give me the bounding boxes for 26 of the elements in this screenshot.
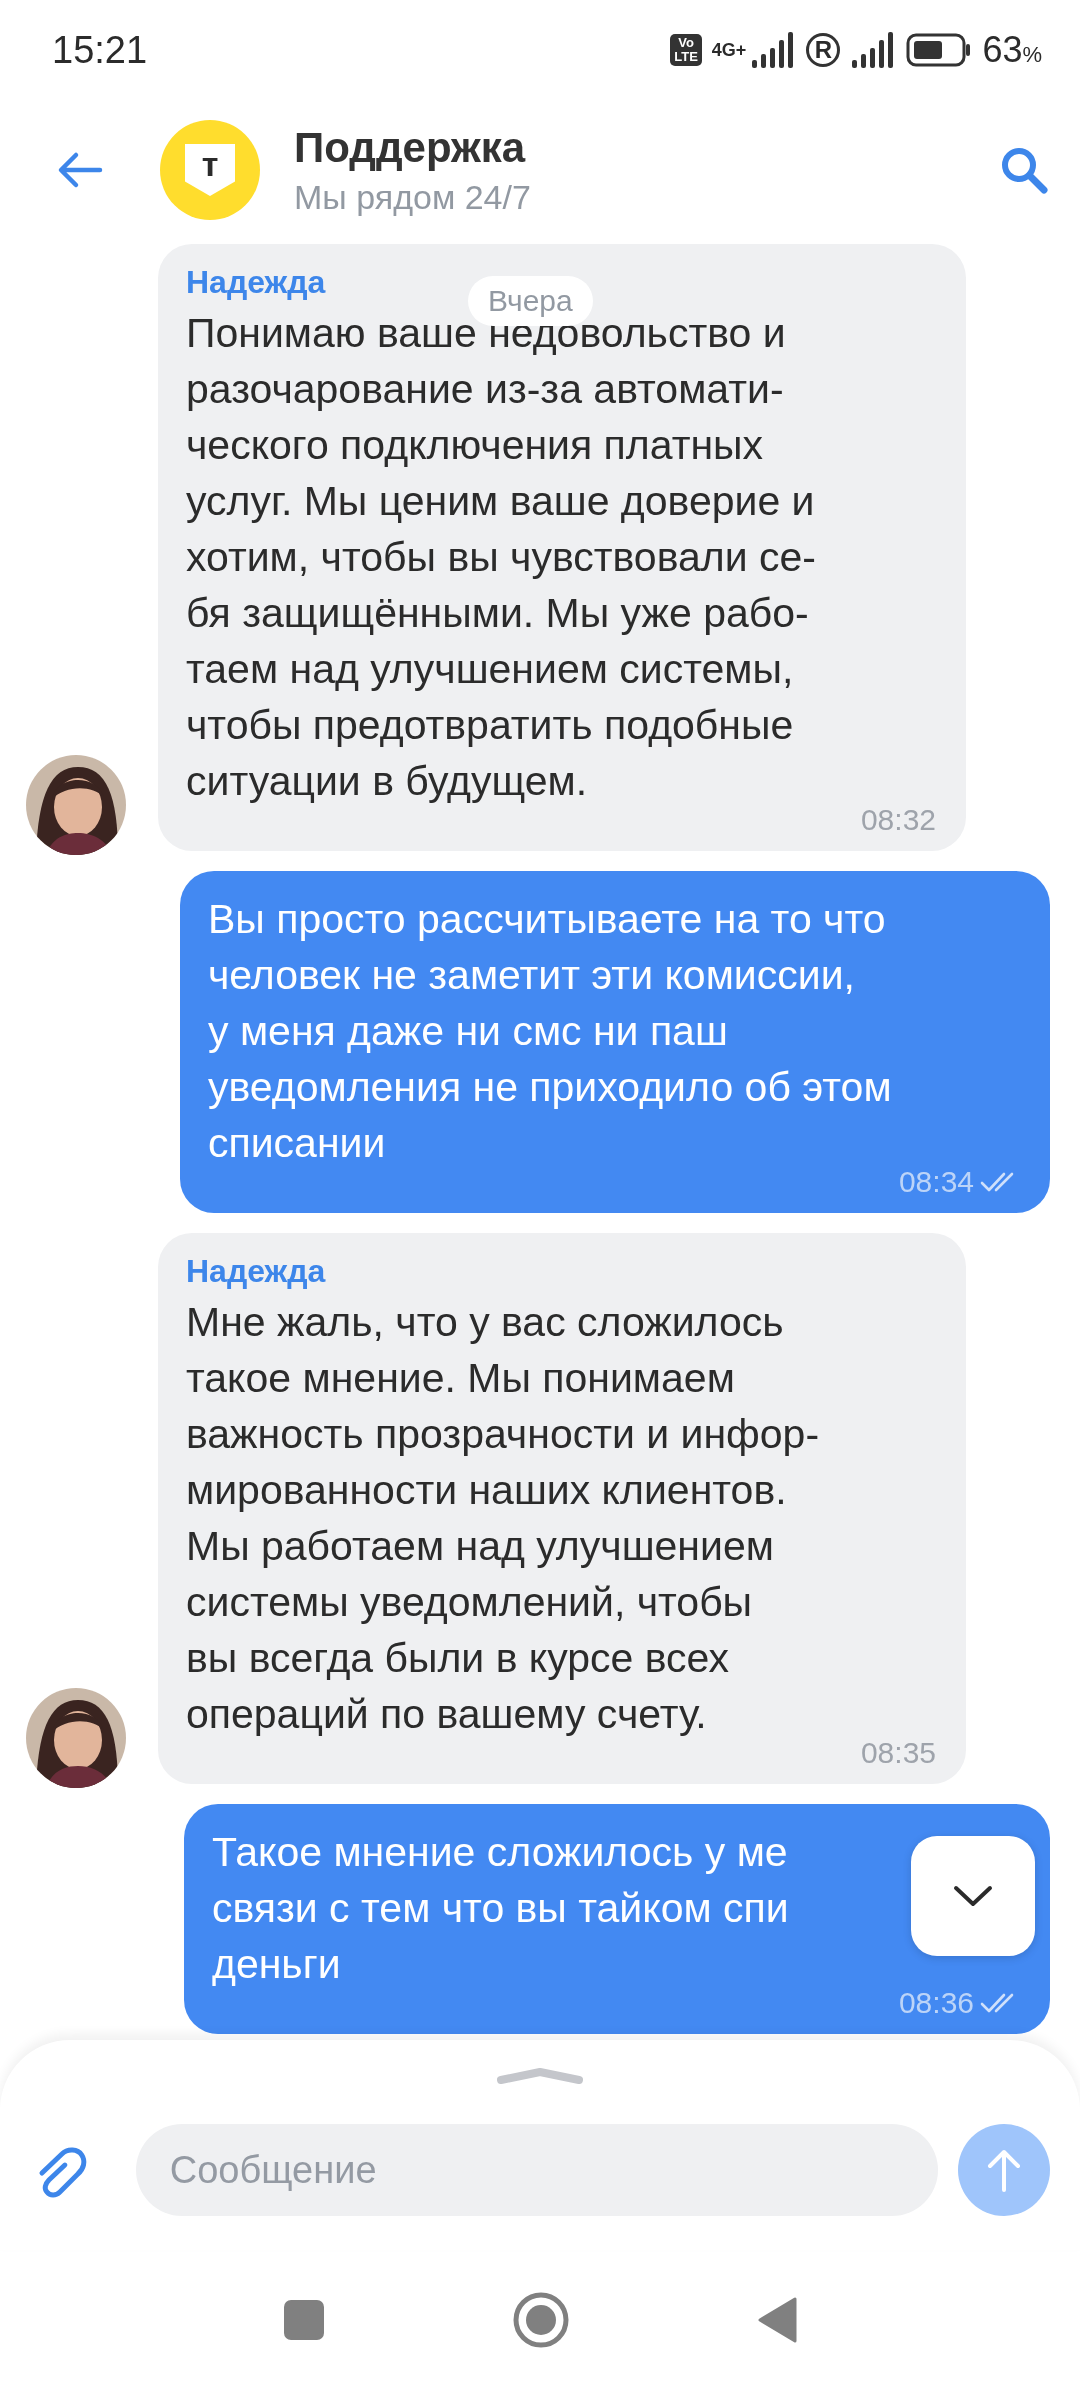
back-arrow-icon[interactable] (56, 150, 104, 190)
scroll-down-button[interactable] (911, 1836, 1035, 1956)
message-time: 08:36 (898, 1986, 974, 2020)
battery-icon (906, 33, 973, 67)
logo-icon: т (160, 120, 260, 220)
volte-icon: Vo LTE (670, 34, 702, 66)
chat-subtitle: Мы рядом 24/7 (294, 177, 532, 217)
clock-time: 15:21 (52, 28, 148, 72)
sender-name: Надежда (186, 264, 326, 301)
chat-title: Поддержка (294, 123, 527, 172)
message-text: Вы просто рассчитываете на то что человек не заметит эти комиссии, у меня даже ни смс ни паш уведомления не приходило об этом списании (208, 895, 892, 1168)
battery-percent: 63% (982, 29, 1042, 71)
sender-name: Надежда (186, 1253, 326, 1290)
network-type-label: 4G+ (711, 39, 747, 61)
message-time: 08:34 (898, 1165, 974, 1199)
chevron-down-icon (953, 1884, 993, 1908)
message-time: 08:35 (860, 1736, 936, 1770)
recent-apps-icon[interactable] (283, 2299, 325, 2341)
back-icon[interactable] (757, 2296, 797, 2344)
roaming-icon: R (806, 33, 841, 67)
arrow-up-icon (986, 2148, 1023, 2192)
home-icon[interactable] (513, 2292, 569, 2348)
message-text: Такое мнение сложилось у ме связи с тем что вы тайком спи деньги (212, 1828, 789, 1989)
message-input[interactable]: Сообщение (135, 2124, 939, 2216)
message-time: 08:32 (860, 803, 936, 837)
message-text: Мне жаль, что у вас сложилось такое мнение. Мы понимаем важность прозрачности и инфор- мированности наших клиентов. Мы работаем над улучшением системы уведомлений, чтобы вы всегда были в курсе всех операций по вашему счету. (186, 1298, 820, 1739)
